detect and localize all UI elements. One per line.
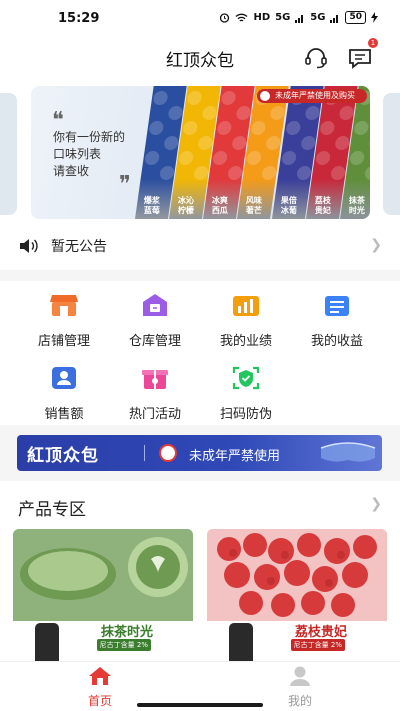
message-icon[interactable]: [347, 45, 373, 71]
message-badge: 1: [368, 38, 378, 48]
customer-service-icon[interactable]: [303, 45, 329, 71]
home-indicator: [137, 703, 263, 707]
charging-icon: [371, 12, 378, 23]
battery-level: 50: [345, 11, 366, 24]
age-warning-badge: 未成年严禁使用及购买: [257, 89, 367, 103]
earnings-icon: [325, 296, 349, 316]
product-card-lychee[interactable]: 荔枝贵妃 尼古丁含量 2%: [207, 529, 387, 671]
menu-store-management[interactable]: 店铺管理: [18, 292, 110, 349]
alarm-icon: [220, 13, 230, 23]
banner-next-peek[interactable]: [383, 93, 400, 215]
hd-label: HD: [253, 12, 271, 23]
page-title: 红顶众包: [166, 51, 234, 71]
announcement-bar[interactable]: 暂无公告 ❯: [0, 228, 400, 262]
profile-icon: [290, 666, 310, 686]
signal-2-label: 5G: [310, 12, 326, 23]
flavor-label: 果倍 冰葡: [280, 196, 297, 215]
lychee-product-image: [207, 529, 387, 621]
banner-message: 你有一份新的 口味列表 请查收: [53, 130, 126, 178]
tab-label: 我的: [287, 694, 312, 708]
flavor-label: 冰沁 柠檬: [177, 196, 194, 215]
nicotine-tag: 尼古丁含量 2%: [290, 639, 345, 651]
store-icon: [50, 295, 78, 316]
signal-bars-1-icon: [295, 14, 304, 23]
promo-banner[interactable]: 紅顶众包 未成年严禁使用: [17, 435, 382, 471]
menu-scan-anti-counterfeit[interactable]: 扫码防伪: [200, 365, 292, 422]
scan-shield-icon: [232, 366, 260, 390]
tab-mine[interactable]: 我的: [260, 666, 340, 709]
promo-divider: [144, 445, 145, 461]
tab-home[interactable]: 首页: [60, 666, 140, 709]
menu-hot-events[interactable]: 热门活动: [109, 365, 201, 422]
wifi-icon: [236, 13, 248, 22]
brand-logo: 紅顶众包: [27, 446, 99, 466]
performance-chart-icon: [233, 296, 259, 316]
announcement-text: 暂无公告: [51, 239, 107, 255]
banner-prev-peek[interactable]: [0, 93, 17, 215]
flavor-label: 荔枝 贵妃: [314, 196, 331, 215]
app-header: 红顶众包: [0, 36, 400, 80]
tab-label: 首页: [87, 694, 112, 708]
status-icons: HD 5G 5G 50: [219, 11, 378, 24]
function-menu: 店铺管理 仓库管理 我的业绩 我的收益 销售额 热门活动 扫码防伪: [0, 281, 400, 425]
flavor-label: 爆浆 蓝莓: [143, 196, 160, 215]
signal-1-label: 5G: [275, 12, 291, 23]
chevron-right-icon[interactable]: ❯: [370, 496, 382, 512]
menu-sales[interactable]: 销售额: [18, 365, 110, 422]
warehouse-icon: [143, 294, 167, 316]
product-name: 抹茶时光: [100, 625, 153, 640]
menu-warehouse-management[interactable]: 仓库管理: [109, 292, 201, 349]
close-quote-icon: ❞: [119, 172, 131, 197]
flavor-strips: 爆浆 蓝莓 冰沁 柠檬 冰爽 西瓜 风味 著芒 果倍 冰葡 荔枝 贵妃 抹茶 时光: [131, 86, 370, 219]
no-minors-icon: [159, 444, 177, 462]
flavor-label: 冰爽 西瓜: [212, 196, 229, 215]
chevron-right-icon: ❯: [370, 237, 382, 253]
gift-icon: [142, 370, 168, 389]
status-time: 15:29: [58, 11, 100, 26]
promo-text: 未成年严禁使用: [189, 449, 281, 464]
speaker-icon: [20, 239, 38, 253]
flavor-label: 抹茶 时光: [348, 196, 365, 215]
menu-my-performance[interactable]: 我的业绩: [200, 292, 292, 349]
matcha-product-image: [13, 529, 193, 621]
home-icon: [89, 667, 111, 685]
product-card-matcha[interactable]: 抹茶时光 尼古丁含量 2%: [13, 529, 193, 671]
section-title: 产品专区: [18, 500, 86, 520]
user-sales-icon: [52, 367, 76, 389]
status-bar: 15:29 HD 5G 5G 50: [0, 0, 400, 36]
signal-bars-2-icon: [330, 14, 339, 23]
no-minors-icon: [260, 91, 270, 101]
goggles-icon: [320, 442, 376, 462]
flavor-label: 风味 著芒: [246, 196, 263, 215]
menu-my-earnings[interactable]: 我的收益: [291, 292, 383, 349]
nicotine-tag: 尼古丁含量 2%: [96, 639, 151, 651]
flavor-banner[interactable]: ❝ 你有一份新的 口味列表 请查收 ❞ 爆浆 蓝莓 冰沁 柠檬 冰爽 西瓜 风味 著芒 果倍 冰葡…: [31, 86, 370, 219]
product-name: 荔枝贵妃: [294, 625, 347, 640]
